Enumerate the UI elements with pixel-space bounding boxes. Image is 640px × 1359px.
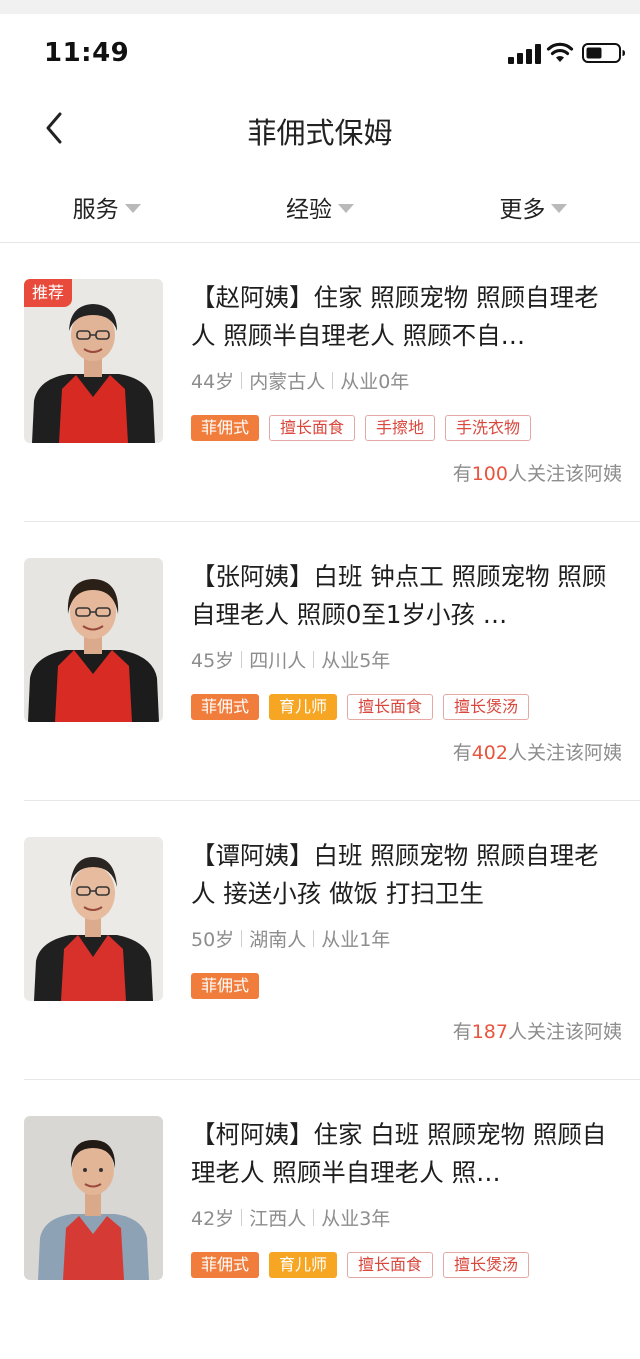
- follow-count: 有402人关注该阿姨: [453, 738, 622, 765]
- follow-number: 100: [471, 463, 508, 485]
- meta-divider: [241, 1209, 243, 1226]
- hometown: 四川人: [249, 650, 307, 672]
- card-meta: 45岁 四川人 从业5年: [191, 646, 390, 673]
- age: 44岁: [191, 371, 235, 393]
- caregiver-list: 推荐 【赵阿姨】住家 照顾宠物 照顾自理老人 照顾半自理老人 照顾不自… 44岁…: [0, 243, 640, 1359]
- meta-divider: [241, 651, 243, 668]
- caret-down-icon: [551, 204, 568, 213]
- filter-experience[interactable]: 经验: [213, 178, 426, 236]
- age: 45岁: [191, 650, 235, 672]
- cellular-signal-icon: [508, 44, 541, 64]
- age: 42岁: [191, 1208, 235, 1230]
- follow-prefix: 有: [452, 463, 472, 485]
- follow-number: 187: [471, 1021, 508, 1043]
- experience: 从业0年: [340, 371, 410, 393]
- meta-divider: [313, 930, 315, 947]
- card-meta: 42岁 江西人 从业3年: [191, 1204, 390, 1231]
- caregiver-photo: [24, 558, 163, 722]
- tag: 菲佣式: [191, 694, 260, 720]
- card-title: 【张阿姨】白班 钟点工 照顾宠物 照顾自理老人 照顾0至1岁小孩 …: [191, 562, 607, 629]
- filter-label: 经验: [285, 197, 332, 223]
- top-strip: [0, 0, 640, 14]
- status-time: 11:49: [44, 38, 130, 68]
- hometown: 江西人: [249, 1208, 307, 1230]
- tag: 菲佣式: [191, 415, 260, 441]
- nav-bar: 菲佣式保姆: [0, 94, 640, 164]
- filter-service[interactable]: 服务: [0, 178, 213, 236]
- tag: 育儿师: [269, 694, 338, 720]
- card-meta: 50岁 湖南人 从业1年: [191, 925, 390, 952]
- follow-prefix: 有: [452, 742, 472, 764]
- follow-prefix: 有: [452, 1021, 472, 1043]
- caregiver-card[interactable]: 推荐 【赵阿姨】住家 照顾宠物 照顾自理老人 照顾半自理老人 照顾不自… 44岁…: [0, 243, 640, 522]
- tag: 手洗衣物: [445, 415, 532, 441]
- tag: 菲佣式: [191, 973, 260, 999]
- tag: 擅长面食: [347, 694, 434, 720]
- tag: 育儿师: [269, 1252, 338, 1278]
- meta-divider: [241, 930, 243, 947]
- caret-down-icon: [337, 204, 354, 213]
- status-bar: 11:49: [0, 14, 640, 94]
- caregiver-card[interactable]: 【谭阿姨】白班 照顾宠物 照顾自理老人 接送小孩 做饭 打扫卫生 50岁 湖南人…: [0, 801, 640, 1080]
- caregiver-card[interactable]: 【张阿姨】白班 钟点工 照顾宠物 照顾自理老人 照顾0至1岁小孩 … 45岁 四…: [0, 522, 640, 801]
- follow-count: 有187人关注该阿姨: [453, 1017, 622, 1044]
- tag-list: 菲佣式 擅长面食 手擦地 手洗衣物: [191, 415, 541, 441]
- tag-list: 菲佣式 育儿师 擅长面食 擅长煲汤: [191, 1252, 539, 1278]
- hometown: 湖南人: [249, 929, 307, 951]
- experience: 从业3年: [321, 1208, 391, 1230]
- filter-more[interactable]: 更多: [427, 178, 640, 236]
- tag: 菲佣式: [191, 1252, 260, 1278]
- caregiver-card[interactable]: 【柯阿姨】住家 白班 照顾宠物 照顾自理老人 照顾半自理老人 照… 42岁 江西…: [0, 1080, 640, 1359]
- card-title: 【柯阿姨】住家 白班 照顾宠物 照顾自理老人 照顾半自理老人 照…: [191, 1120, 607, 1187]
- follow-count: 有100人关注该阿姨: [453, 459, 622, 486]
- meta-divider: [241, 372, 243, 389]
- hometown: 内蒙古人: [249, 371, 326, 393]
- meta-divider: [313, 651, 315, 668]
- tag: 擅长面食: [269, 415, 356, 441]
- follow-suffix: 人关注该阿姨: [507, 742, 622, 764]
- filter-label: 服务: [72, 197, 119, 223]
- tag-list: 菲佣式 育儿师 擅长面食 擅长煲汤: [191, 694, 539, 720]
- meta-divider: [313, 1209, 315, 1226]
- caret-down-icon: [124, 204, 141, 213]
- follow-suffix: 人关注该阿姨: [507, 463, 622, 485]
- age: 50岁: [191, 929, 235, 951]
- page-title: 菲佣式保姆: [247, 116, 393, 150]
- tag: 擅长煲汤: [443, 1252, 530, 1278]
- experience: 从业5年: [321, 650, 391, 672]
- battery-icon: [582, 43, 625, 63]
- tag: 手擦地: [365, 415, 436, 441]
- filter-bar: 服务 经验 更多: [0, 178, 640, 236]
- follow-number: 402: [471, 742, 508, 764]
- caregiver-photo: [24, 837, 163, 1001]
- meta-divider: [332, 372, 334, 389]
- experience: 从业1年: [321, 929, 391, 951]
- card-title: 【赵阿姨】住家 照顾宠物 照顾自理老人 照顾半自理老人 照顾不自…: [191, 283, 599, 350]
- recommended-badge: 推荐: [24, 279, 73, 307]
- tag-list: 菲佣式: [191, 973, 269, 999]
- tag: 擅长煲汤: [443, 694, 530, 720]
- filter-label: 更多: [499, 197, 546, 223]
- follow-suffix: 人关注该阿姨: [507, 1021, 622, 1043]
- caregiver-photo: [24, 1116, 163, 1280]
- card-title: 【谭阿姨】白班 照顾宠物 照顾自理老人 接送小孩 做饭 打扫卫生: [191, 841, 599, 908]
- tag: 擅长面食: [347, 1252, 434, 1278]
- card-meta: 44岁 内蒙古人 从业0年: [191, 367, 409, 394]
- wifi-icon: [546, 42, 574, 62]
